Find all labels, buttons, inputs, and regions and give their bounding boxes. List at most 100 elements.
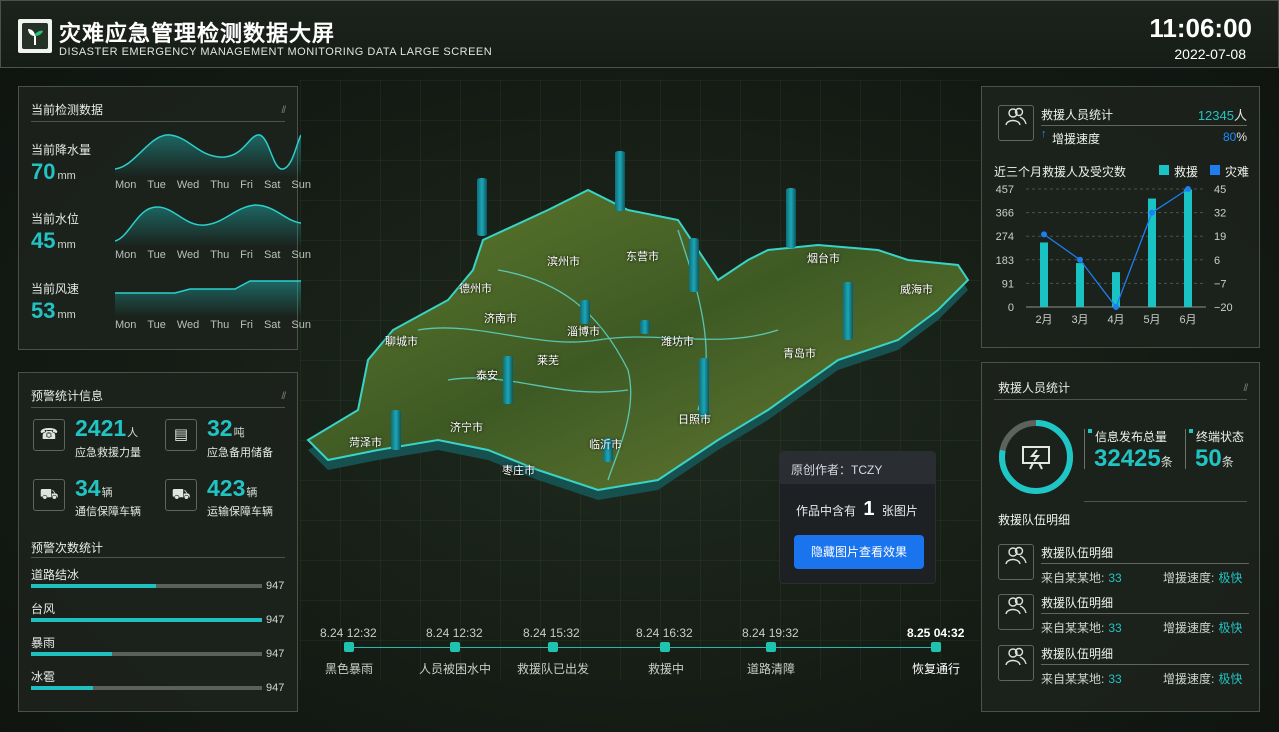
y-left-tick: 0 <box>1008 302 1014 314</box>
warning-bar-fill <box>31 652 112 656</box>
warning-bar-value: 947 <box>266 614 285 626</box>
timeline-line <box>345 647 940 648</box>
warning-bar-value: 947 <box>266 682 285 694</box>
team-speed: 增援速度: 极快 <box>1163 621 1243 635</box>
y-right-tick: 32 <box>1214 208 1226 220</box>
logo <box>18 19 52 53</box>
people-icon <box>998 594 1034 630</box>
water-level-x-axis: Mon Tue Wed Thu Fri Sat Sun <box>115 249 311 261</box>
day-label: Wed <box>176 249 200 261</box>
warning-bar-label: 台风 <box>31 602 56 616</box>
team-name: 救援队伍明细 <box>1041 647 1114 661</box>
city-label: 威海市 <box>900 284 933 296</box>
timeline-pin[interactable] <box>344 642 354 652</box>
up-arrow-icon: ↑ <box>1041 128 1047 140</box>
city-label: 济宁市 <box>450 422 483 434</box>
water-level-label: 当前水位 <box>31 212 80 226</box>
sprout-icon <box>22 23 48 49</box>
warning-bar-track <box>31 618 262 622</box>
day-label: Sat <box>263 249 281 261</box>
people-icon <box>998 544 1034 580</box>
timeline-pin[interactable] <box>660 642 670 652</box>
total-label: 信息发布总量 <box>1095 430 1168 444</box>
bar-rescue <box>1112 272 1120 307</box>
page-title: 灾难应急管理检测数据大屏 <box>59 21 336 46</box>
x-tick: 4月 <box>1107 314 1124 326</box>
warning-bar-track <box>31 584 262 588</box>
image-count-text: 作品中含有 1 张图片 <box>796 498 918 520</box>
wind-speed-x-axis: Mon Tue Wed Thu Fri Sat Sun <box>115 319 311 331</box>
day-label: Sat <box>263 179 281 191</box>
y-left-tick: 457 <box>996 184 1014 196</box>
x-tick: 5月 <box>1143 314 1160 326</box>
comm-vehicle-value: 34辆 <box>75 475 113 501</box>
panel-deco: // <box>281 391 285 402</box>
y-right-tick: −7 <box>1214 278 1227 290</box>
data-pillar <box>689 238 699 292</box>
timeline-pin[interactable] <box>548 642 558 652</box>
people-icon <box>998 105 1034 141</box>
x-tick: 2月 <box>1035 314 1052 326</box>
timeline-pin[interactable] <box>931 642 941 652</box>
monitor-icon <box>1019 440 1053 474</box>
point-disaster <box>1185 186 1191 192</box>
reserve-label: 应急备用储备 <box>207 447 273 459</box>
warning-bar-label: 暴雨 <box>31 636 56 650</box>
rainfall-x-axis: Mon Tue Wed Thu Fri Sat Sun <box>115 179 311 191</box>
warning-panel: 预警统计信息 // ☎ 2421人 应急救援力量 ▤ 32吨 应急备用储备 ⛟ … <box>18 372 298 712</box>
city-label: 淄博市 <box>567 326 600 338</box>
data-pillar <box>699 358 709 418</box>
data-pillar <box>391 410 401 450</box>
author-label: 原创作者：TCZY <box>791 463 883 477</box>
city-label: 临沂市 <box>589 439 622 451</box>
divider <box>994 399 1247 400</box>
divider <box>1084 501 1247 502</box>
team-speed: 增援速度: 极快 <box>1163 672 1243 686</box>
warning-bar-label: 道路结冰 <box>31 568 80 582</box>
y-right-tick: 45 <box>1214 184 1226 196</box>
wind-speed-value: 53 mm <box>31 298 76 323</box>
hide-images-button[interactable]: 隐藏图片查看效果 <box>794 535 924 569</box>
people-icon <box>998 645 1034 681</box>
data-pillar <box>580 300 590 324</box>
team-item[interactable]: 救援队伍明细 来自某某地: 33 增援速度: 极快 <box>982 539 1261 587</box>
warning-bar-fill <box>31 618 262 622</box>
day-label: Fri <box>240 179 253 191</box>
x-tick: 3月 <box>1071 314 1088 326</box>
rainfall-label: 当前降水量 <box>31 143 92 157</box>
day-label: Fri <box>240 319 253 331</box>
y-right-tick: −20 <box>1214 302 1233 314</box>
clipboard-icon: ▤ <box>165 419 197 451</box>
timeline-time: 8.24 12:32 <box>320 626 377 640</box>
day-label: Mon <box>115 179 137 191</box>
header-bar: 灾难应急管理检测数据大屏 DISASTER EMERGENCY MANAGEME… <box>0 0 1279 68</box>
phone-icon: ☎ <box>33 419 65 451</box>
divider <box>31 407 285 408</box>
page-subtitle: DISASTER EMERGENCY MANAGEMENT MONITORING… <box>59 46 493 58</box>
y-left-tick: 183 <box>996 255 1014 267</box>
bar-rescue <box>1184 189 1192 307</box>
wind-speed-step-chart <box>115 280 301 317</box>
panel-title: 当前检测数据 <box>31 103 104 117</box>
city-label: 济南市 <box>484 313 517 325</box>
warning-bar-fill <box>31 686 94 690</box>
author-popup: 原创作者：TCZY 作品中含有 1 张图片 隐藏图片查看效果 <box>779 451 936 584</box>
warning-count-title: 预警次数统计 <box>31 541 104 555</box>
timeline-time: 8.24 15:32 <box>523 626 580 640</box>
timeline-event: 救援队已出发 <box>517 662 590 676</box>
team-item[interactable]: 救援队伍明细 来自某某地: 33 增援速度: 极快 <box>982 589 1261 637</box>
city-label: 日照市 <box>678 414 711 426</box>
car-icon: ⛟ <box>33 479 65 511</box>
water-level-wave-chart <box>115 204 301 247</box>
city-label: 东营市 <box>626 251 659 263</box>
rescue-count-value: 12345人 <box>1197 108 1247 123</box>
dashboard-root: 灾难应急管理检测数据大屏 DISASTER EMERGENCY MANAGEME… <box>0 0 1279 732</box>
timeline-pin[interactable] <box>450 642 460 652</box>
rescue-count-label: 救援人员统计 <box>1041 108 1114 122</box>
team-item[interactable]: 救援队伍明细 来自某某地: 33 增援速度: 极快 <box>982 640 1261 688</box>
timeline-event: 人员被困水中 <box>419 662 492 676</box>
timeline-pin[interactable] <box>766 642 776 652</box>
rainfall-wave-chart <box>115 134 301 177</box>
timeline-event: 道路清障 <box>747 662 796 676</box>
day-label: Tue <box>147 179 166 191</box>
